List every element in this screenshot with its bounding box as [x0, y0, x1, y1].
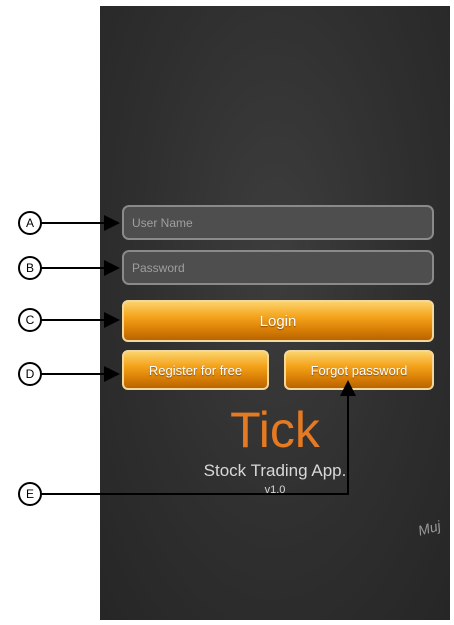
app-name: Tick: [230, 402, 320, 458]
login-button[interactable]: Login: [122, 300, 434, 342]
callout-a: A: [18, 211, 42, 235]
callout-c: C: [18, 308, 42, 332]
callout-d: D: [18, 362, 42, 386]
callout-b: B: [18, 256, 42, 280]
app-screen: Login Register for free Forgot password …: [100, 6, 450, 620]
app-tagline: Stock Trading App.: [203, 461, 347, 480]
forgot-password-button[interactable]: Forgot password: [284, 350, 434, 390]
password-input[interactable]: [122, 250, 434, 285]
signature-mark: Muj: [416, 517, 443, 539]
callout-e: E: [18, 482, 42, 506]
register-button[interactable]: Register for free: [122, 350, 269, 390]
username-input[interactable]: [122, 205, 434, 240]
app-version: v1.0: [264, 484, 286, 496]
